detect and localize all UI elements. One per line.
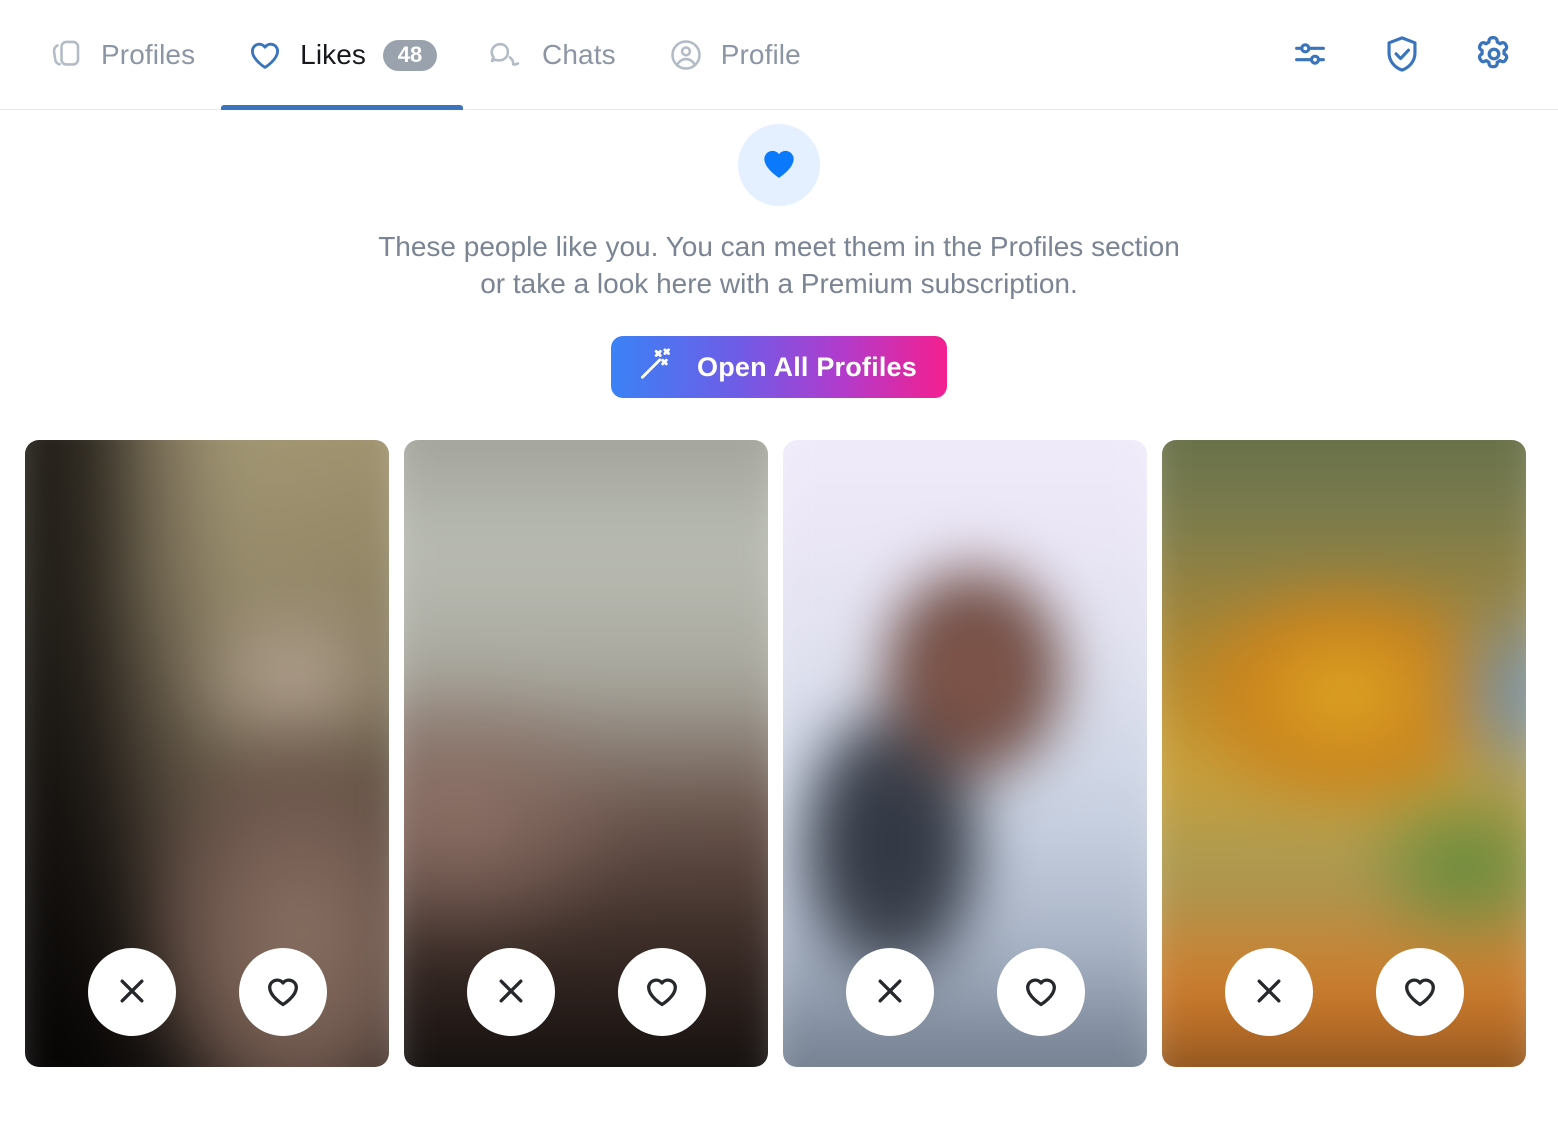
card-actions xyxy=(404,948,768,1036)
premium-promo: These people like you. You can meet them… xyxy=(0,110,1558,398)
heart-outline-icon xyxy=(1021,971,1061,1014)
liked-profile-card-4[interactable] xyxy=(1162,440,1526,1067)
heart-outline-icon xyxy=(1400,971,1440,1014)
settings-button[interactable] xyxy=(1472,33,1516,77)
like-button[interactable] xyxy=(617,948,706,1036)
tab-active-indicator xyxy=(221,105,464,110)
card-actions xyxy=(25,948,389,1036)
promo-description: These people like you. You can meet them… xyxy=(378,228,1180,302)
like-button[interactable] xyxy=(238,948,327,1036)
close-x-icon xyxy=(492,972,530,1013)
tab-label: Profile xyxy=(720,39,801,70)
safety-button[interactable] xyxy=(1380,33,1424,77)
heart-filled-icon xyxy=(758,142,800,189)
filters-button[interactable] xyxy=(1288,33,1332,77)
promo-heart-badge xyxy=(738,124,820,206)
like-button[interactable] xyxy=(996,948,1085,1036)
dismiss-button[interactable] xyxy=(87,948,176,1036)
tab-label: Chats xyxy=(542,39,616,70)
liked-profile-card-1[interactable] xyxy=(25,440,389,1067)
tab-chats[interactable]: Chats xyxy=(463,0,642,110)
heart-outline-icon xyxy=(247,37,283,73)
heart-outline-icon xyxy=(642,971,682,1014)
dismiss-button[interactable] xyxy=(845,948,934,1036)
tab-profile[interactable]: Profile xyxy=(642,0,827,110)
liked-profile-card-2[interactable] xyxy=(404,440,768,1067)
close-x-icon xyxy=(871,972,909,1013)
card-actions xyxy=(1162,948,1526,1036)
app-header: Profiles Likes 48 Chats Profile xyxy=(0,0,1558,110)
promo-line-2: or take a look here with a Premium subsc… xyxy=(480,268,1078,299)
cards-stack-icon xyxy=(48,37,84,73)
heart-outline-icon xyxy=(263,971,303,1014)
gear-settings-icon xyxy=(1472,32,1516,79)
header-actions xyxy=(1288,0,1558,110)
card-actions xyxy=(783,948,1147,1036)
tab-profiles[interactable]: Profiles xyxy=(22,0,221,110)
close-x-icon xyxy=(113,972,151,1013)
promo-line-1: These people like you. You can meet them… xyxy=(378,231,1180,262)
chat-bubbles-icon xyxy=(489,37,525,73)
open-all-profiles-button[interactable]: Open All Profiles xyxy=(611,336,947,398)
shield-check-icon xyxy=(1381,33,1423,78)
tab-label: Profiles xyxy=(101,39,196,70)
magic-wand-icon xyxy=(637,345,675,390)
tab-label: Likes xyxy=(300,39,367,70)
like-button[interactable] xyxy=(1375,948,1464,1036)
dismiss-button[interactable] xyxy=(466,948,555,1036)
tab-likes[interactable]: Likes 48 xyxy=(221,0,464,110)
close-x-icon xyxy=(1250,972,1288,1013)
liked-profile-card-3[interactable] xyxy=(783,440,1147,1067)
cta-label: Open All Profiles xyxy=(697,351,917,382)
likes-count-badge: 48 xyxy=(383,39,438,71)
main-tabs: Profiles Likes 48 Chats Profile xyxy=(0,0,827,110)
dismiss-button[interactable] xyxy=(1224,948,1313,1036)
user-circle-icon xyxy=(668,37,704,73)
filters-sliders-icon xyxy=(1290,34,1330,77)
liked-profiles-grid xyxy=(0,440,1558,1067)
